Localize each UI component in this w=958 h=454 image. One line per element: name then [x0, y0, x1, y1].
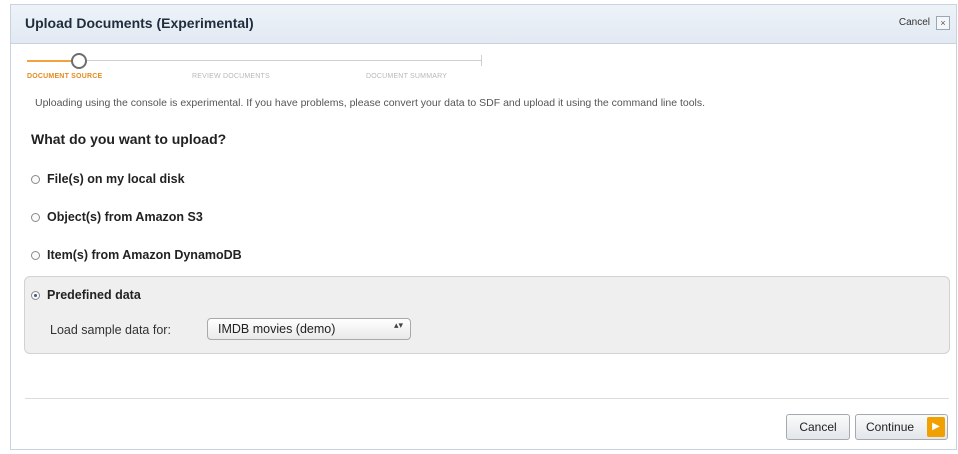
wizard-step-document-summary: DOCUMENT SUMMARY [366, 73, 448, 80]
option-predefined-data-label: Predefined data [47, 288, 141, 302]
dialog-title: Upload Documents (Experimental) [25, 15, 254, 31]
footer-divider [25, 398, 949, 399]
upload-question: What do you want to upload? [31, 131, 227, 147]
close-icon[interactable]: × [936, 16, 950, 30]
continue-button-label: Continue [866, 420, 915, 434]
dialog-titlebar: Upload Documents (Experimental) Cancel × [11, 5, 956, 44]
predefined-data-panel [24, 276, 950, 354]
experimental-note: Uploading using the console is experimen… [35, 97, 706, 109]
option-amazon-s3[interactable]: Object(s) from Amazon S3 [31, 210, 203, 224]
play-arrow-icon: ▶ [927, 417, 945, 437]
radio-predefined-data[interactable] [31, 290, 40, 300]
radio-amazon-s3[interactable] [31, 212, 40, 222]
option-amazon-dynamodb-label: Item(s) from Amazon DynamoDB [47, 248, 242, 262]
wizard-step-document-source: DOCUMENT SOURCE [27, 73, 103, 80]
continue-button[interactable]: Continue ▶ [855, 414, 948, 440]
wizard-end-marker [481, 55, 482, 66]
wizard-step-review-documents: REVIEW DOCUMENTS [192, 73, 270, 80]
radio-local-disk[interactable] [31, 174, 40, 184]
option-amazon-dynamodb[interactable]: Item(s) from Amazon DynamoDB [31, 248, 242, 262]
wizard-progress: DOCUMENT SOURCE REVIEW DOCUMENTS DOCUMEN… [27, 51, 487, 87]
sample-data-select[interactable]: IMDB movies (demo) ▴▾ [207, 318, 411, 340]
wizard-current-step-icon [71, 53, 87, 69]
select-arrows-icon: ▴▾ [393, 320, 403, 330]
radio-amazon-dynamodb[interactable] [31, 250, 40, 260]
option-local-disk[interactable]: File(s) on my local disk [31, 172, 185, 186]
wizard-progress-remaining [84, 60, 482, 61]
option-predefined-data[interactable]: Predefined data [31, 288, 141, 302]
titlebar-cancel-link[interactable]: Cancel [899, 17, 930, 28]
upload-dialog: Upload Documents (Experimental) Cancel ×… [10, 4, 957, 450]
wizard-progress-done [27, 60, 72, 62]
option-local-disk-label: File(s) on my local disk [47, 172, 185, 186]
cancel-button[interactable]: Cancel [786, 414, 850, 440]
option-amazon-s3-label: Object(s) from Amazon S3 [47, 210, 203, 224]
sample-data-select-value: IMDB movies (demo) [218, 322, 336, 336]
load-sample-data-label: Load sample data for: [50, 323, 171, 337]
